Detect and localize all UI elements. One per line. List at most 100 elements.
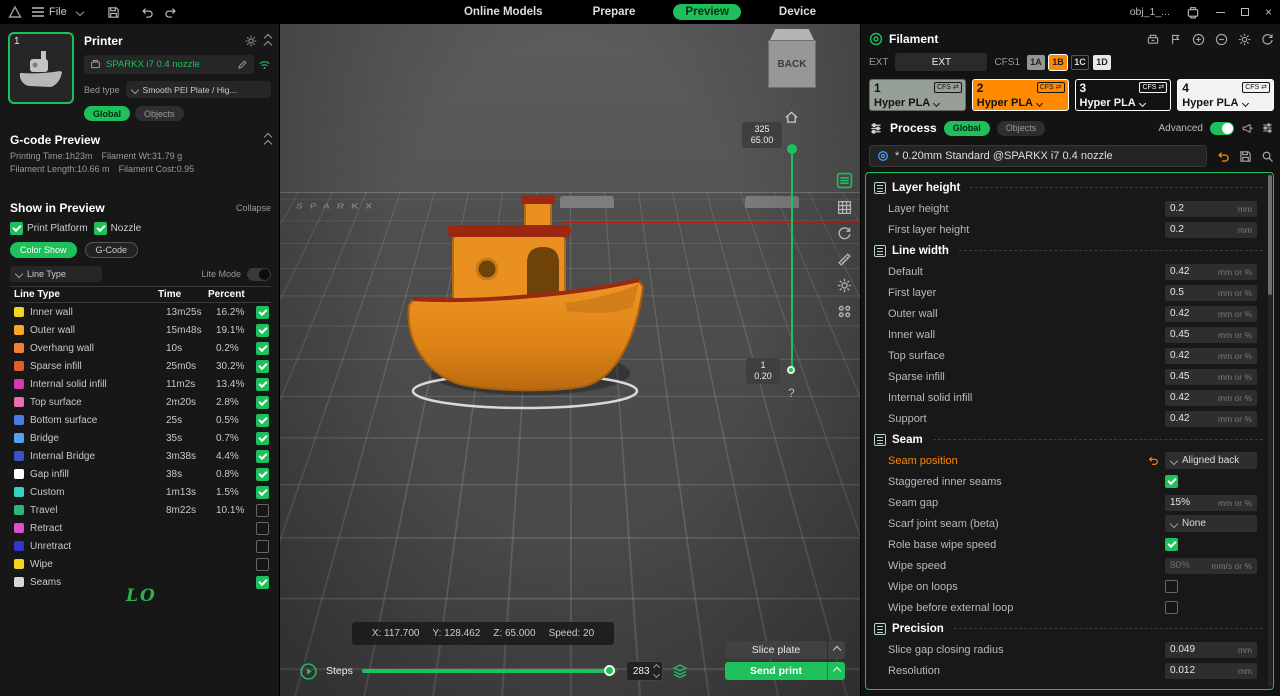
cfs-slot-1d[interactable]: 1D <box>1093 55 1111 70</box>
setting-input[interactable]: 0.012mm <box>1165 663 1257 679</box>
tab-online-models[interactable]: Online Models <box>452 4 555 20</box>
grid-view-icon[interactable] <box>837 200 852 215</box>
benchy-model[interactable] <box>395 195 655 425</box>
play-button[interactable] <box>300 663 317 680</box>
send-options-chevron-icon[interactable] <box>827 662 845 680</box>
printer-status-icon[interactable] <box>1186 6 1200 19</box>
layer-slider-top-handle[interactable] <box>787 144 797 154</box>
remove-filament-icon[interactable] <box>1215 33 1228 46</box>
view-cube[interactable]: BACK <box>768 40 816 88</box>
setting-checkbox[interactable] <box>1165 475 1178 488</box>
setting-input[interactable]: 0.45mm or % <box>1165 327 1257 343</box>
filament-card-3[interactable]: 3CFS ⇄Hyper PLA <box>1075 79 1172 111</box>
line-visibility-checkbox[interactable] <box>256 432 269 445</box>
settings-scrollbar[interactable] <box>1268 175 1272 687</box>
tab-preview[interactable]: Preview <box>673 4 740 20</box>
preview-toggle-nozzle[interactable]: Nozzle <box>94 222 142 235</box>
advanced-toggle[interactable] <box>1210 122 1234 135</box>
line-visibility-checkbox[interactable] <box>256 504 269 517</box>
filament-card-4[interactable]: 4CFS ⇄Hyper PLA <box>1177 79 1274 111</box>
printer-settings-gear-icon[interactable] <box>245 35 257 47</box>
global-tab[interactable]: Global <box>84 106 130 121</box>
collapse-gcode-icon[interactable] <box>265 134 271 147</box>
setting-input[interactable]: 0.42mm or % <box>1165 348 1257 364</box>
cfs-slot-1c[interactable]: 1C <box>1071 55 1089 70</box>
filament-name[interactable]: Hyper PLA <box>1182 97 1247 109</box>
shortcuts-icon[interactable] <box>837 304 852 319</box>
settings-section-header[interactable]: Seam <box>866 429 1263 450</box>
announcement-icon[interactable] <box>1241 122 1254 134</box>
process-global-tab[interactable]: Global <box>944 121 990 136</box>
slice-options-chevron-icon[interactable] <box>827 641 845 659</box>
flag-icon[interactable] <box>1170 33 1182 46</box>
line-visibility-checkbox[interactable] <box>256 468 269 481</box>
settings-section-header[interactable]: Layer height <box>866 177 1263 198</box>
redo-button[interactable] <box>164 6 178 19</box>
settings-section-header[interactable]: Precision <box>866 618 1263 639</box>
line-visibility-checkbox[interactable] <box>256 450 269 463</box>
line-visibility-checkbox[interactable] <box>256 342 269 355</box>
undo-button[interactable] <box>140 6 154 19</box>
setting-checkbox[interactable] <box>1165 601 1178 614</box>
setting-input[interactable]: 0.42mm or % <box>1165 264 1257 280</box>
steps-spinner-arrows[interactable] <box>654 665 659 677</box>
add-filament-icon[interactable] <box>1192 33 1205 46</box>
setting-input[interactable]: 0.42mm or % <box>1165 411 1257 427</box>
steps-stepper[interactable]: 283 <box>626 661 663 681</box>
rotate-view-icon[interactable] <box>837 226 852 241</box>
slice-plate-button[interactable]: Slice plate <box>725 641 845 659</box>
sync-filament-icon[interactable] <box>1261 33 1274 46</box>
wifi-icon[interactable] <box>258 59 271 71</box>
file-chevron-down-icon[interactable] <box>75 8 83 16</box>
reset-preset-icon[interactable] <box>1216 150 1230 163</box>
line-visibility-checkbox[interactable] <box>256 522 269 535</box>
printer-select[interactable]: SPARKX i7 0.4 nozzle <box>84 55 254 74</box>
setting-checkbox[interactable] <box>1165 538 1178 551</box>
setting-checkbox[interactable] <box>1165 580 1178 593</box>
setting-input[interactable]: 80%mm/s or % <box>1165 558 1257 574</box>
collapse-printer-icon[interactable] <box>265 35 271 48</box>
process-preset-select[interactable]: * 0.20mm Standard @SPARKX i7 0.4 nozzle <box>869 145 1207 167</box>
layers-stack-icon[interactable] <box>672 663 688 679</box>
line-visibility-checkbox[interactable] <box>256 558 269 571</box>
close-button[interactable]: × <box>1265 5 1272 19</box>
file-menu[interactable]: File <box>32 6 67 18</box>
bed-type-select[interactable]: Smooth PEI Plate / Hig... <box>126 81 271 98</box>
layer-view-icon[interactable] <box>836 172 853 189</box>
tab-prepare[interactable]: Prepare <box>581 4 648 20</box>
plate-thumbnail[interactable]: 1 <box>8 32 74 104</box>
edit-printer-pencil-icon[interactable] <box>237 59 248 70</box>
collapse-link[interactable]: Collapse <box>236 203 271 213</box>
viewport-3d[interactable]: SPARKX BACK <box>280 24 860 696</box>
setting-input[interactable]: 15%mm or % <box>1165 495 1257 511</box>
checkbox-icon[interactable] <box>10 222 23 235</box>
line-visibility-checkbox[interactable] <box>256 396 269 409</box>
multicolor-print-icon[interactable] <box>1146 33 1160 46</box>
setting-select[interactable]: Aligned back <box>1165 452 1257 469</box>
line-visibility-checkbox[interactable] <box>256 360 269 373</box>
gcode-button[interactable]: G-Code <box>85 242 139 258</box>
cfs-slot-1b[interactable]: 1B <box>1049 55 1067 70</box>
send-print-button[interactable]: Send print <box>725 662 845 680</box>
home-view-icon[interactable] <box>784 110 799 124</box>
save-button[interactable] <box>107 6 120 19</box>
line-visibility-checkbox[interactable] <box>256 306 269 319</box>
line-type-select[interactable]: Line Type <box>10 266 102 282</box>
setting-select[interactable]: None <box>1165 515 1257 532</box>
filament-settings-gear-icon[interactable] <box>1238 33 1251 46</box>
lite-mode-toggle[interactable] <box>247 268 271 281</box>
reset-setting-icon[interactable] <box>1147 455 1159 466</box>
line-visibility-checkbox[interactable] <box>256 324 269 337</box>
objects-tab[interactable]: Objects <box>135 106 184 121</box>
line-visibility-checkbox[interactable] <box>256 486 269 499</box>
settings-section-header[interactable]: Line width <box>866 240 1263 261</box>
preview-toggle-print-platform[interactable]: Print Platform <box>10 222 88 235</box>
setting-input[interactable]: 0.5mm or % <box>1165 285 1257 301</box>
filament-name[interactable]: Hyper PLA <box>874 97 939 109</box>
minimize-button[interactable] <box>1216 12 1225 13</box>
color-show-button[interactable]: Color Show <box>10 242 77 258</box>
setting-input[interactable]: 0.42mm or % <box>1165 306 1257 322</box>
line-visibility-checkbox[interactable] <box>256 414 269 427</box>
measure-icon[interactable] <box>837 252 852 267</box>
filament-card-1[interactable]: 1CFS ⇄Hyper PLA <box>869 79 966 111</box>
